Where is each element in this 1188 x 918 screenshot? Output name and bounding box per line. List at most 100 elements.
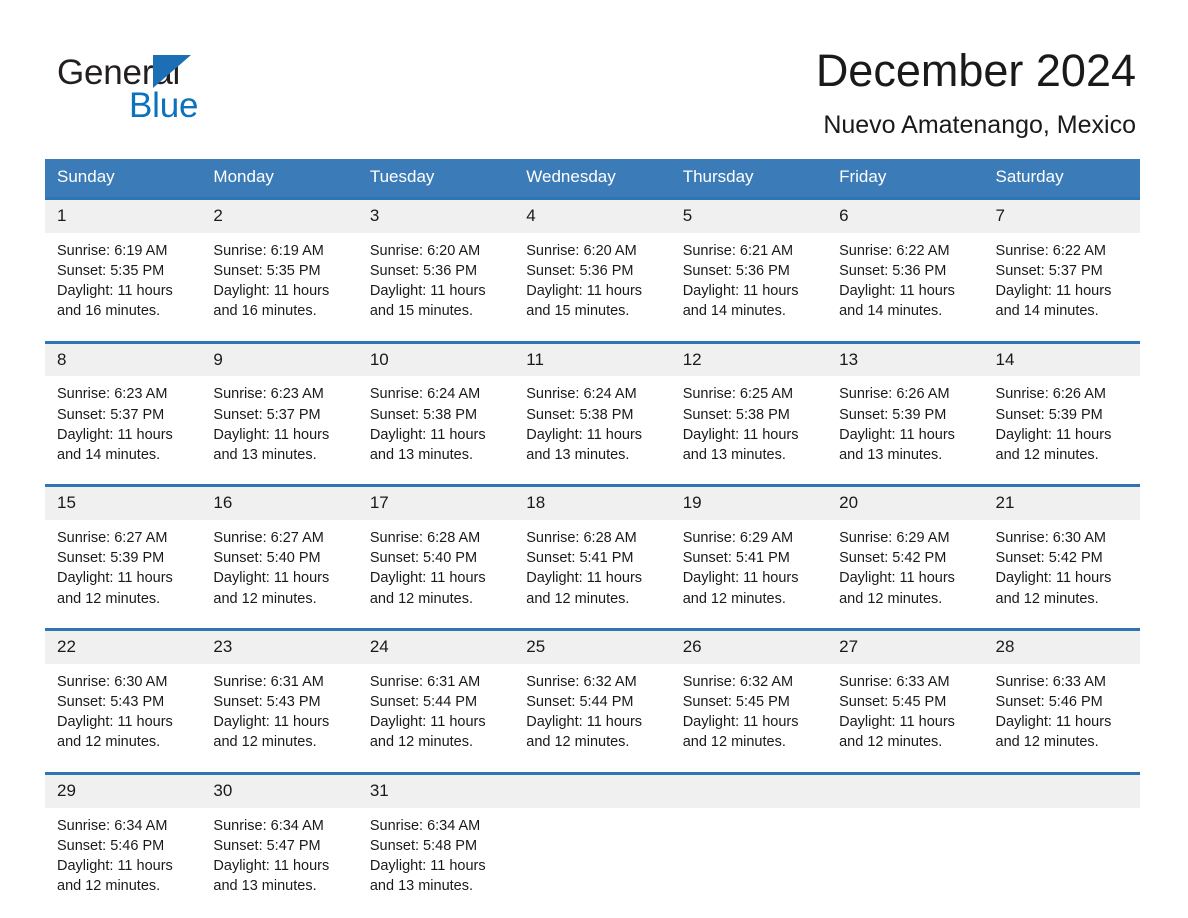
day-number-cell[interactable]: 20 xyxy=(827,487,984,521)
day-number-cell[interactable]: 13 xyxy=(827,343,984,377)
sunset-text: Sunset: 5:43 PM xyxy=(57,693,165,710)
sunset-text: Sunset: 5:39 PM xyxy=(995,406,1103,423)
logo-triangle-icon xyxy=(153,55,191,88)
day-number-cell[interactable]: 24 xyxy=(357,631,515,664)
daylight-text: Daylight: 11 hours and 12 minutes. xyxy=(526,570,643,607)
day-detail-cell[interactable]: Sunrise: 6:34 AM Sunset: 5:47 PM Daylight:… xyxy=(201,807,358,916)
day-detail-cell[interactable]: Sunrise: 6:31 AM Sunset: 5:44 PM Daylight:… xyxy=(357,663,515,772)
sunset-text: Sunset: 5:46 PM xyxy=(995,693,1103,710)
day-number-cell[interactable]: 17 xyxy=(357,487,515,521)
day-detail-cell[interactable]: Sunrise: 6:21 AM Sunset: 5:36 PM Daylight:… xyxy=(670,232,828,341)
day-detail-cell[interactable]: Sunrise: 6:25 AM Sunset: 5:38 PM Daylight:… xyxy=(670,376,828,485)
day-number-cell[interactable]: 18 xyxy=(514,487,671,521)
day-detail-cell[interactable]: Sunrise: 6:19 AM Sunset: 5:35 PM Daylight:… xyxy=(201,232,358,341)
day-number-cell[interactable]: 19 xyxy=(670,487,828,521)
sunrise-text: Sunrise: 6:28 AM xyxy=(526,530,637,547)
daylight-text: Daylight: 11 hours and 13 minutes. xyxy=(369,857,486,894)
day-number-cell[interactable]: 26 xyxy=(670,631,828,664)
day-detail-cell[interactable]: Sunrise: 6:30 AM Sunset: 5:43 PM Daylight:… xyxy=(45,663,202,772)
empty-day-number-cell xyxy=(514,774,671,808)
sunset-text: Sunset: 5:36 PM xyxy=(369,262,478,279)
day-detail-cell[interactable]: Sunrise: 6:24 AM Sunset: 5:38 PM Daylight:… xyxy=(514,376,671,485)
day-detail-cell[interactable]: Sunrise: 6:28 AM Sunset: 5:41 PM Daylight:… xyxy=(514,520,671,629)
weekday-header-tuesday: Tuesday xyxy=(357,159,515,198)
day-detail-cell[interactable]: Sunrise: 6:26 AM Sunset: 5:39 PM Daylight:… xyxy=(827,376,984,485)
day-number-cell[interactable]: 2 xyxy=(201,200,358,233)
sunset-text: Sunset: 5:47 PM xyxy=(213,837,321,854)
daylight-text: Daylight: 11 hours and 15 minutes. xyxy=(526,283,643,320)
day-number-cell[interactable]: 5 xyxy=(670,200,828,233)
location-subtitle: Nuevo Amatenango, Mexico xyxy=(823,111,1136,140)
day-number-cell[interactable]: 28 xyxy=(983,631,1140,664)
empty-day-cell xyxy=(514,807,671,916)
calendar-body: 1 2 3 4 5 6 7 Sunrise: 6:19 AM Sunset: 5:35 PM Da… xyxy=(45,197,1140,916)
day-detail-cell[interactable]: Sunrise: 6:34 AM Sunset: 5:48 PM Daylight:… xyxy=(357,807,515,916)
day-number-cell[interactable]: 12 xyxy=(670,343,828,377)
empty-day-number-cell xyxy=(827,774,984,808)
day-number-cell[interactable]: 25 xyxy=(514,631,671,664)
empty-day-number-cell xyxy=(983,774,1140,808)
day-number-cell[interactable]: 4 xyxy=(514,200,671,233)
day-number-cell[interactable]: 27 xyxy=(827,631,984,664)
day-detail-cell[interactable]: Sunrise: 6:30 AM Sunset: 5:42 PM Daylight:… xyxy=(983,520,1140,629)
sunset-text: Sunset: 5:44 PM xyxy=(369,693,478,710)
day-detail-cell[interactable]: Sunrise: 6:19 AM Sunset: 5:35 PM Daylight:… xyxy=(45,232,202,341)
day-detail-cell[interactable]: Sunrise: 6:34 AM Sunset: 5:46 PM Daylight:… xyxy=(45,807,202,916)
day-detail-cell[interactable]: Sunrise: 6:27 AM Sunset: 5:40 PM Daylight:… xyxy=(201,520,358,629)
sunrise-text: Sunrise: 6:19 AM xyxy=(57,242,168,259)
day-number-cell[interactable]: 31 xyxy=(357,774,515,808)
sunrise-text: Sunrise: 6:34 AM xyxy=(213,817,324,834)
weekday-header-saturday: Saturday xyxy=(983,159,1140,198)
day-number-cell[interactable]: 3 xyxy=(357,200,515,233)
day-number-cell[interactable]: 29 xyxy=(45,774,202,808)
day-number-cell[interactable]: 9 xyxy=(201,343,358,377)
sunset-text: Sunset: 5:37 PM xyxy=(57,406,165,423)
day-number-cell[interactable]: 11 xyxy=(514,343,671,377)
sunset-text: Sunset: 5:44 PM xyxy=(526,693,634,710)
day-number-cell[interactable]: 14 xyxy=(983,343,1140,377)
sunrise-text: Sunrise: 6:21 AM xyxy=(682,242,794,259)
day-number-cell[interactable]: 16 xyxy=(201,487,358,521)
day-number-cell[interactable]: 22 xyxy=(45,631,202,664)
daylight-text: Daylight: 11 hours and 14 minutes. xyxy=(995,283,1112,320)
daylight-text: Daylight: 11 hours and 13 minutes. xyxy=(839,426,955,463)
day-detail-cell[interactable]: Sunrise: 6:22 AM Sunset: 5:36 PM Daylight:… xyxy=(827,232,984,341)
daylight-text: Daylight: 11 hours and 12 minutes. xyxy=(526,714,643,751)
day-number-cell[interactable]: 30 xyxy=(201,774,358,808)
day-detail-cell[interactable]: Sunrise: 6:29 AM Sunset: 5:41 PM Daylight:… xyxy=(670,520,828,629)
day-number-cell[interactable]: 1 xyxy=(45,200,202,233)
daylight-text: Daylight: 11 hours and 13 minutes. xyxy=(369,426,486,463)
day-detail-cell[interactable]: Sunrise: 6:26 AM Sunset: 5:39 PM Daylight:… xyxy=(983,376,1140,485)
day-detail-cell[interactable]: Sunrise: 6:22 AM Sunset: 5:37 PM Daylight:… xyxy=(983,232,1140,341)
day-detail-cell[interactable]: Sunrise: 6:20 AM Sunset: 5:36 PM Daylight:… xyxy=(514,232,671,341)
day-number-cell[interactable]: 15 xyxy=(45,487,202,521)
day-number-row: 29 30 31 xyxy=(45,774,1140,808)
day-number-row: 15 16 17 18 19 20 21 xyxy=(45,487,1140,521)
day-number-cell[interactable]: 21 xyxy=(983,487,1140,521)
sunset-text: Sunset: 5:45 PM xyxy=(839,693,947,710)
day-detail-cell[interactable]: Sunrise: 6:23 AM Sunset: 5:37 PM Daylight:… xyxy=(201,376,358,485)
day-detail-cell[interactable]: Sunrise: 6:29 AM Sunset: 5:42 PM Daylight:… xyxy=(827,520,984,629)
sunrise-text: Sunrise: 6:31 AM xyxy=(213,673,324,690)
sunrise-text: Sunrise: 6:32 AM xyxy=(682,673,794,690)
day-detail-cell[interactable]: Sunrise: 6:20 AM Sunset: 5:36 PM Daylight:… xyxy=(357,232,515,341)
empty-day-cell xyxy=(670,807,828,916)
daylight-text: Daylight: 11 hours and 12 minutes. xyxy=(839,714,955,751)
daylight-text: Daylight: 11 hours and 12 minutes. xyxy=(369,714,486,751)
day-detail-cell[interactable]: Sunrise: 6:28 AM Sunset: 5:40 PM Daylight:… xyxy=(357,520,515,629)
day-detail-cell[interactable]: Sunrise: 6:27 AM Sunset: 5:39 PM Daylight:… xyxy=(45,520,202,629)
day-detail-cell[interactable]: Sunrise: 6:32 AM Sunset: 5:44 PM Daylight:… xyxy=(514,663,671,772)
day-detail-cell[interactable]: Sunrise: 6:24 AM Sunset: 5:38 PM Daylight:… xyxy=(357,376,515,485)
day-number-cell[interactable]: 8 xyxy=(45,343,202,377)
day-number-cell[interactable]: 7 xyxy=(983,200,1140,233)
day-number-cell[interactable]: 23 xyxy=(201,631,358,664)
daylight-text: Daylight: 11 hours and 12 minutes. xyxy=(682,570,799,607)
day-detail-cell[interactable]: Sunrise: 6:33 AM Sunset: 5:46 PM Daylight:… xyxy=(983,663,1140,772)
day-detail-cell[interactable]: Sunrise: 6:32 AM Sunset: 5:45 PM Daylight:… xyxy=(670,663,828,772)
day-detail-cell[interactable]: Sunrise: 6:33 AM Sunset: 5:45 PM Daylight:… xyxy=(827,663,984,772)
day-detail-cell[interactable]: Sunrise: 6:23 AM Sunset: 5:37 PM Daylight:… xyxy=(45,376,202,485)
day-detail-cell[interactable]: Sunrise: 6:31 AM Sunset: 5:43 PM Daylight:… xyxy=(201,663,358,772)
daylight-text: Daylight: 11 hours and 12 minutes. xyxy=(369,570,486,607)
day-number-cell[interactable]: 10 xyxy=(357,343,515,377)
day-number-cell[interactable]: 6 xyxy=(827,200,984,233)
